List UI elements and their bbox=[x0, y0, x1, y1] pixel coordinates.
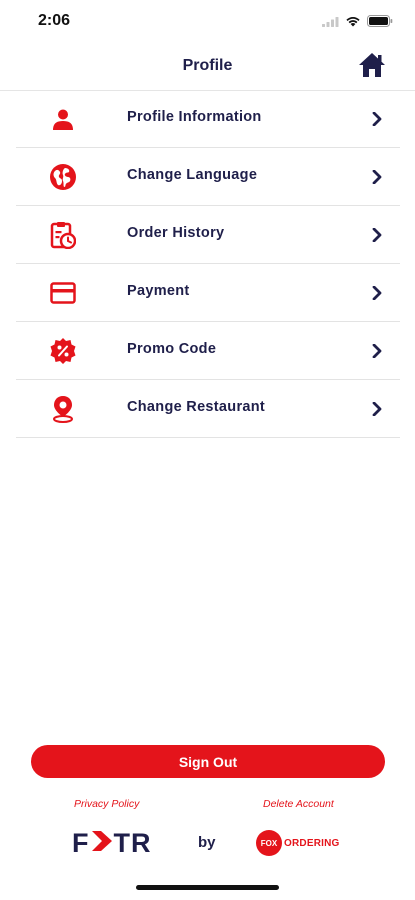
home-indicator bbox=[136, 885, 279, 890]
menu-item-label: Promo Code bbox=[127, 341, 217, 357]
menu-item-label: Change Language bbox=[127, 167, 258, 183]
menu-item-label: Profile Information bbox=[127, 109, 262, 125]
status-time: 2:06 bbox=[38, 12, 71, 29]
fox-badge: FOX bbox=[256, 830, 282, 856]
fox-ordering-text: ORDERING bbox=[284, 837, 340, 849]
chevron-right-icon bbox=[370, 342, 384, 360]
sign-out-button[interactable]: Sign Out bbox=[31, 745, 385, 778]
fox-ordering-logo: FOX ORDERING bbox=[256, 830, 340, 856]
fxtr-arrow-icon bbox=[91, 828, 113, 859]
chevron-right-icon bbox=[370, 226, 384, 244]
credit-card-icon bbox=[48, 278, 78, 308]
menu-item-label: Change Restaurant bbox=[127, 399, 266, 415]
fxtr-logo-f: F bbox=[72, 828, 90, 858]
wifi-icon bbox=[345, 14, 361, 32]
brand-row: F TR by FOX ORDERING bbox=[0, 826, 415, 860]
menu-item-profile-information[interactable]: Profile Information bbox=[16, 90, 400, 148]
menu-item-change-restaurant[interactable]: Change Restaurant bbox=[16, 380, 400, 438]
chevron-right-icon bbox=[370, 400, 384, 418]
discount-badge-icon bbox=[48, 336, 78, 366]
chevron-right-icon bbox=[370, 168, 384, 186]
profile-menu: Profile Information Change Language Orde… bbox=[16, 90, 400, 438]
by-label: by bbox=[198, 834, 216, 851]
location-pin-icon bbox=[48, 394, 78, 424]
menu-item-promo-code[interactable]: Promo Code bbox=[16, 322, 400, 380]
fxtr-logo: F TR bbox=[72, 828, 152, 859]
signal-icon bbox=[322, 14, 339, 32]
privacy-policy-link[interactable]: Privacy Policy bbox=[74, 798, 139, 810]
header: Profile bbox=[0, 44, 415, 91]
page-title: Profile bbox=[182, 57, 233, 74]
delete-account-link[interactable]: Delete Account bbox=[263, 798, 334, 810]
status-icons bbox=[322, 14, 393, 32]
menu-item-label: Payment bbox=[127, 283, 190, 299]
home-icon bbox=[358, 52, 386, 83]
chevron-right-icon bbox=[370, 284, 384, 302]
home-button[interactable] bbox=[357, 52, 387, 82]
menu-item-payment[interactable]: Payment bbox=[16, 264, 400, 322]
globe-icon bbox=[48, 162, 78, 192]
menu-item-order-history[interactable]: Order History bbox=[16, 206, 400, 264]
menu-item-change-language[interactable]: Change Language bbox=[16, 148, 400, 206]
fxtr-logo-tr: TR bbox=[113, 828, 152, 858]
menu-item-label: Order History bbox=[127, 225, 225, 241]
battery-icon bbox=[367, 14, 393, 32]
status-bar: 2:06 bbox=[0, 0, 415, 44]
clipboard-clock-icon bbox=[48, 220, 78, 250]
chevron-right-icon bbox=[370, 110, 384, 128]
person-icon bbox=[48, 104, 78, 134]
